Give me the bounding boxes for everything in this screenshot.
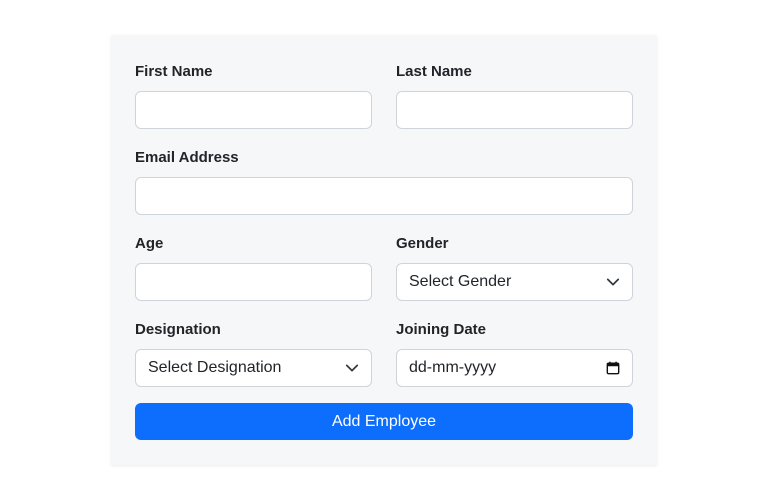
gender-select-value: Select Gender — [409, 273, 512, 290]
gender-label: Gender — [396, 235, 449, 252]
first-name-input[interactable] — [135, 91, 372, 129]
designation-label: Designation — [135, 321, 221, 338]
calendar-icon[interactable] — [606, 361, 620, 375]
last-name-label: Last Name — [396, 63, 472, 80]
gender-select[interactable]: Select Gender — [396, 263, 633, 301]
chevron-down-icon — [345, 361, 359, 375]
joining-date-label: Joining Date — [396, 321, 487, 338]
email-input[interactable] — [135, 177, 633, 215]
add-employee-button[interactable]: Add Employee — [135, 403, 633, 440]
last-name-input[interactable] — [396, 91, 633, 129]
joining-date-placeholder: dd-mm-yyyy — [409, 359, 497, 376]
age-label: Age — [135, 235, 164, 252]
designation-select-value: Select Designation — [148, 359, 282, 376]
email-label: Email Address — [135, 149, 239, 166]
first-name-label: First Name — [135, 63, 213, 80]
joining-date-input[interactable]: dd-mm-yyyy — [396, 349, 633, 387]
age-input[interactable] — [135, 263, 372, 301]
chevron-down-icon — [606, 275, 620, 289]
employee-form-card: First Name Last Name Email Address Age G… — [111, 35, 657, 465]
designation-select[interactable]: Select Designation — [135, 349, 372, 387]
